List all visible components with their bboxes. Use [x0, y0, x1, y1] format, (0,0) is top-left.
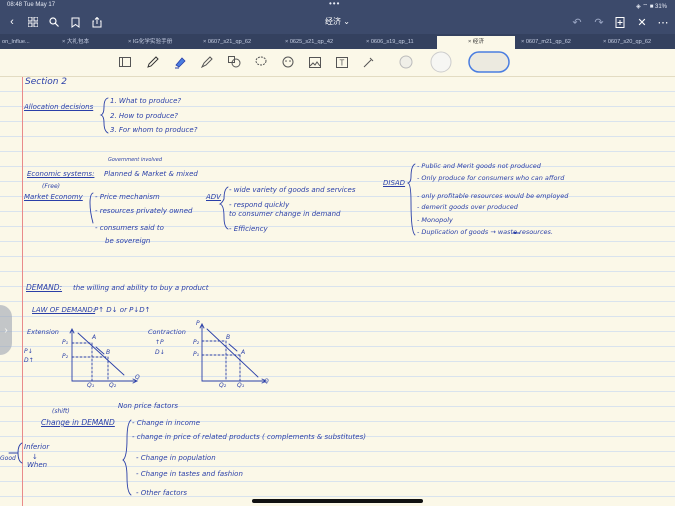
reading-mode-icon[interactable] [118, 55, 132, 69]
color-swatch-gray[interactable] [399, 55, 413, 69]
image-icon[interactable] [308, 55, 322, 69]
tab-item[interactable]: × 大礼包本 [62, 36, 122, 49]
document-tab-bar: on_Influe... × 大礼包本 × IG化学实验手册 × 0607_s2… [0, 34, 675, 49]
pen-icon[interactable] [146, 55, 160, 69]
tab-item[interactable]: on_Influe... [0, 36, 57, 49]
grid-view-icon[interactable] [26, 15, 40, 29]
sticker-icon[interactable] [281, 55, 295, 69]
tab-item[interactable]: × 0625_s21_qp_42 [285, 36, 347, 49]
notebook-page[interactable]: Section 2 Allocation decisions 1. What t… [0, 77, 675, 506]
highlighter-icon[interactable] [173, 55, 187, 69]
text-tool-icon[interactable]: T [335, 55, 349, 69]
document-title[interactable]: 经济 ⌄ [300, 16, 375, 27]
lasso-icon[interactable] [254, 55, 268, 69]
tab-item[interactable]: × 0607_s20_qp_62 [603, 36, 671, 49]
sidebar-toggle-handle[interactable]: › [0, 305, 12, 355]
ink-strokes [8, 97, 521, 496]
bookmark-icon[interactable] [68, 15, 82, 29]
top-navigation-bar: ‹ 经济 ⌄ ↶ ↷ ✕ ⋯ [0, 11, 675, 34]
tab-active[interactable]: × 经济 [437, 36, 515, 49]
undo-icon[interactable]: ↶ [570, 15, 584, 29]
tab-item[interactable]: × 0607_s21_qp_62 [203, 36, 265, 49]
status-indicators: ◈ ⌔ ■ 31% [636, 4, 667, 10]
tab-item[interactable]: × 0606_s19_qp_11 [366, 36, 428, 49]
svg-text:T: T [340, 58, 345, 67]
eraser-icon[interactable] [200, 55, 214, 69]
close-icon[interactable]: ✕ [635, 15, 649, 29]
more-icon[interactable]: ⋯ [656, 15, 670, 29]
status-bar: 08:48 Tue May 17 ••• ◈ ⌔ ■ 31% [0, 0, 675, 11]
tab-item[interactable]: × 0607_m21_qp_62 [521, 36, 587, 49]
add-page-icon[interactable] [613, 15, 627, 29]
status-time: 08:48 Tue May 17 [7, 2, 56, 8]
shape-tool-icon[interactable] [227, 55, 241, 69]
back-icon[interactable]: ‹ [5, 15, 19, 29]
share-icon[interactable] [90, 15, 104, 29]
tab-item[interactable]: × IG化学实验手册 [128, 36, 194, 49]
color-swatch-selected[interactable] [466, 49, 512, 75]
search-icon[interactable] [47, 15, 61, 29]
redo-icon[interactable]: ↷ [592, 15, 606, 29]
color-swatch-white[interactable] [430, 51, 452, 73]
laser-pointer-icon[interactable] [362, 55, 376, 69]
home-indicator[interactable] [252, 499, 423, 503]
drawing-toolbar: T [0, 49, 675, 77]
multitask-dots[interactable]: ••• [329, 0, 340, 8]
